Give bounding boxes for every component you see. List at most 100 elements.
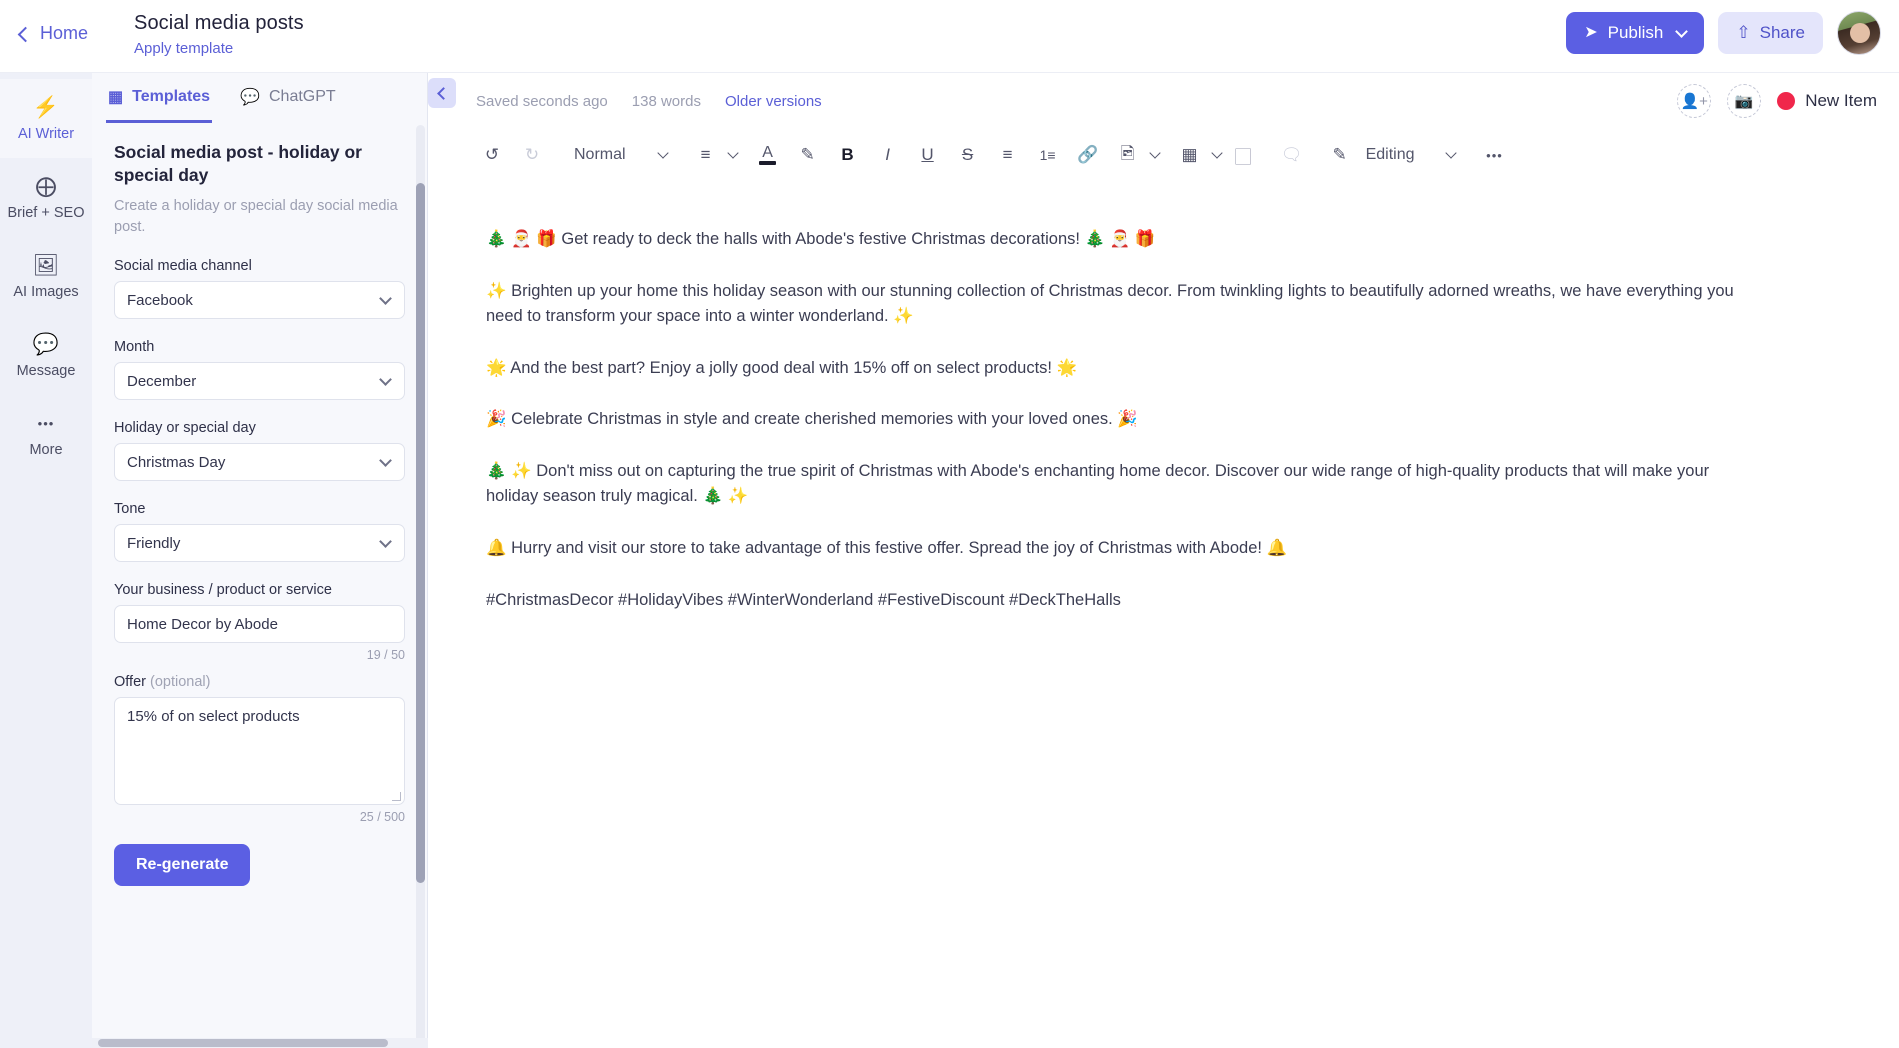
- align-icon[interactable]: ≡: [690, 138, 722, 172]
- older-versions-link[interactable]: Older versions: [725, 93, 822, 110]
- clear-formatting-icon[interactable]: ⃞: [1236, 138, 1268, 172]
- scrollbar-thumb[interactable]: [98, 1039, 388, 1047]
- redo-icon[interactable]: ↻: [516, 138, 548, 172]
- business-product-service-input[interactable]: Home Decor by Abode: [114, 605, 405, 644]
- left-rail: ⚡ AI Writer ⨁ Brief + SEO 🖼 AI Images 💬 …: [0, 73, 92, 1048]
- highlighter-icon[interactable]: ✎: [792, 138, 824, 172]
- document-hashtags: #ChristmasDecor #HolidayVibes #WinterWon…: [486, 590, 1121, 609]
- holiday-select[interactable]: Christmas Day: [114, 443, 405, 482]
- rail-item-ai-images[interactable]: 🖼 AI Images: [0, 237, 92, 316]
- main-body: ⚡ AI Writer ⨁ Brief + SEO 🖼 AI Images 💬 …: [0, 73, 1899, 1048]
- document-paragraph: ✨ Brighten up your home this holiday sea…: [486, 281, 1734, 326]
- image-chevron-down-icon[interactable]: [1144, 138, 1166, 172]
- select-value: December: [127, 372, 197, 390]
- new-item-indicator[interactable]: New Item: [1777, 91, 1877, 111]
- italic-button[interactable]: I: [872, 138, 904, 172]
- rail-label: AI Writer: [17, 126, 75, 142]
- field-label: Holiday or special day: [114, 420, 256, 437]
- publish-label: Publish: [1607, 23, 1664, 42]
- field-label: Social media channel: [114, 258, 252, 275]
- target-icon: ⨁: [35, 174, 57, 198]
- character-counter: 19 / 50: [366, 648, 405, 663]
- document-paragraph: 🎉 Celebrate Christmas in style and creat…: [486, 410, 1138, 429]
- editor-toolbar: ↺ ↻ Normal ≡ A ✎ B I U S ≡ 1≡ 🔗 🖻 ▦ 🗨 ✎ …: [428, 129, 1899, 181]
- apply-template-link[interactable]: Apply template: [134, 40, 304, 57]
- add-person-icon[interactable]: 👤+: [1677, 84, 1712, 118]
- numbered-list-icon[interactable]: 1≡: [1032, 138, 1064, 172]
- bold-button[interactable]: B: [832, 138, 864, 172]
- comment-icon[interactable]: 🗨: [1276, 138, 1308, 172]
- toolbar-more-icon[interactable]: •••: [1478, 138, 1510, 172]
- scrollbar-thumb[interactable]: [416, 183, 425, 883]
- panel-tabs: ▦ Templates 💬 ChatGPT: [92, 73, 427, 123]
- rail-label: Message: [16, 363, 76, 379]
- input-value: Home Decor by Abode: [127, 615, 278, 633]
- undo-icon[interactable]: ↺: [476, 138, 508, 172]
- character-counter: 25 / 500: [359, 810, 405, 825]
- rail-label: More: [29, 442, 63, 458]
- regenerate-button[interactable]: Re-generate: [114, 844, 251, 887]
- new-item-label: New Item: [1805, 91, 1877, 110]
- strikethrough-button[interactable]: S: [952, 138, 984, 172]
- title-block: Social media posts Apply template: [134, 12, 304, 57]
- field-business-product-service: Your business / product or service Home …: [114, 582, 405, 662]
- document-paragraph: 🎄 🎅 🎁 Get ready to deck the halls with A…: [486, 230, 1156, 248]
- bullet-list-icon[interactable]: ≡: [992, 138, 1024, 172]
- tab-chatgpt[interactable]: 💬 ChatGPT: [238, 73, 338, 123]
- field-label: Offer (optional): [114, 674, 405, 690]
- pencil-icon[interactable]: ✎: [1324, 138, 1356, 172]
- chat-bubble-icon: 💬: [32, 332, 60, 356]
- select-value: Friendly: [127, 534, 181, 552]
- image-icon: 🖼: [32, 253, 60, 277]
- lightning-bolt-icon: ⚡: [32, 95, 60, 119]
- panel-horizontal-scrollbar[interactable]: [92, 1038, 428, 1048]
- share-label: Share: [1759, 23, 1805, 42]
- tab-templates[interactable]: ▦ Templates: [106, 73, 213, 123]
- image-icon[interactable]: 🖻: [1112, 138, 1144, 172]
- link-icon[interactable]: 🔗: [1072, 138, 1104, 172]
- field-label: Tone: [114, 501, 146, 518]
- align-chevron-down-icon[interactable]: [722, 138, 744, 172]
- table-chevron-down-icon[interactable]: [1206, 138, 1228, 172]
- field-label-text: Offer: [114, 674, 146, 691]
- underline-button[interactable]: U: [912, 138, 944, 172]
- top-bar-actions: ➤ Publish ⇧ Share: [1566, 11, 1881, 55]
- saved-status: Saved seconds ago: [476, 92, 608, 110]
- table-icon[interactable]: ▦: [1174, 138, 1206, 172]
- field-month: Month December: [114, 339, 405, 401]
- rail-item-more[interactable]: ••• More: [0, 395, 92, 474]
- tone-select[interactable]: Friendly: [114, 524, 405, 563]
- add-image-icon[interactable]: 📷: [1727, 84, 1762, 118]
- month-select[interactable]: December: [114, 362, 405, 401]
- home-back-link[interactable]: Home: [17, 23, 88, 44]
- upload-icon: ⇧: [1736, 23, 1751, 42]
- document-paragraph: 🌟 And the best part? Enjoy a jolly good …: [486, 358, 1078, 377]
- rail-item-message[interactable]: 💬 Message: [0, 316, 92, 395]
- text-style-select[interactable]: Normal: [564, 138, 636, 172]
- template-panel: ▦ Templates 💬 ChatGPT Social media post …: [92, 73, 428, 1048]
- field-optional-tag: (optional): [150, 674, 211, 691]
- collapse-panel-button[interactable]: [428, 78, 456, 108]
- field-label: Month: [114, 339, 155, 356]
- avatar[interactable]: [1837, 11, 1881, 55]
- page-title: Social media posts: [134, 12, 304, 34]
- editing-mode-label[interactable]: Editing: [1356, 138, 1425, 172]
- rail-item-brief-seo[interactable]: ⨁ Brief + SEO: [0, 158, 92, 237]
- tab-label: ChatGPT: [269, 87, 336, 105]
- select-value: Christmas Day: [127, 453, 226, 471]
- editor-status-bar: Saved seconds ago 138 words Older versio…: [428, 73, 1899, 129]
- panel-scrollbar[interactable]: [416, 125, 425, 1044]
- field-label: Your business / product or service: [114, 582, 332, 599]
- offer-textarea[interactable]: 15% of on select products: [114, 697, 405, 806]
- text-style-chevron-down-icon[interactable]: [652, 138, 674, 172]
- document-paragraph: 🔔 Hurry and visit our store to take adva…: [486, 538, 1288, 557]
- share-button[interactable]: ⇧ Share: [1718, 12, 1823, 54]
- text-color-icon[interactable]: A: [752, 138, 784, 172]
- document-body[interactable]: 🎄 🎅 🎁 Get ready to deck the halls with A…: [428, 181, 1899, 1048]
- publish-button[interactable]: ➤ Publish: [1566, 12, 1705, 54]
- app-root: Home Social media posts Apply template ➤…: [0, 0, 1899, 1048]
- editing-mode-chevron-down-icon[interactable]: [1440, 138, 1462, 172]
- social-media-channel-select[interactable]: Facebook: [114, 281, 405, 320]
- rail-item-ai-writer[interactable]: ⚡ AI Writer: [0, 79, 92, 158]
- field-social-media-channel: Social media channel Facebook: [114, 258, 405, 320]
